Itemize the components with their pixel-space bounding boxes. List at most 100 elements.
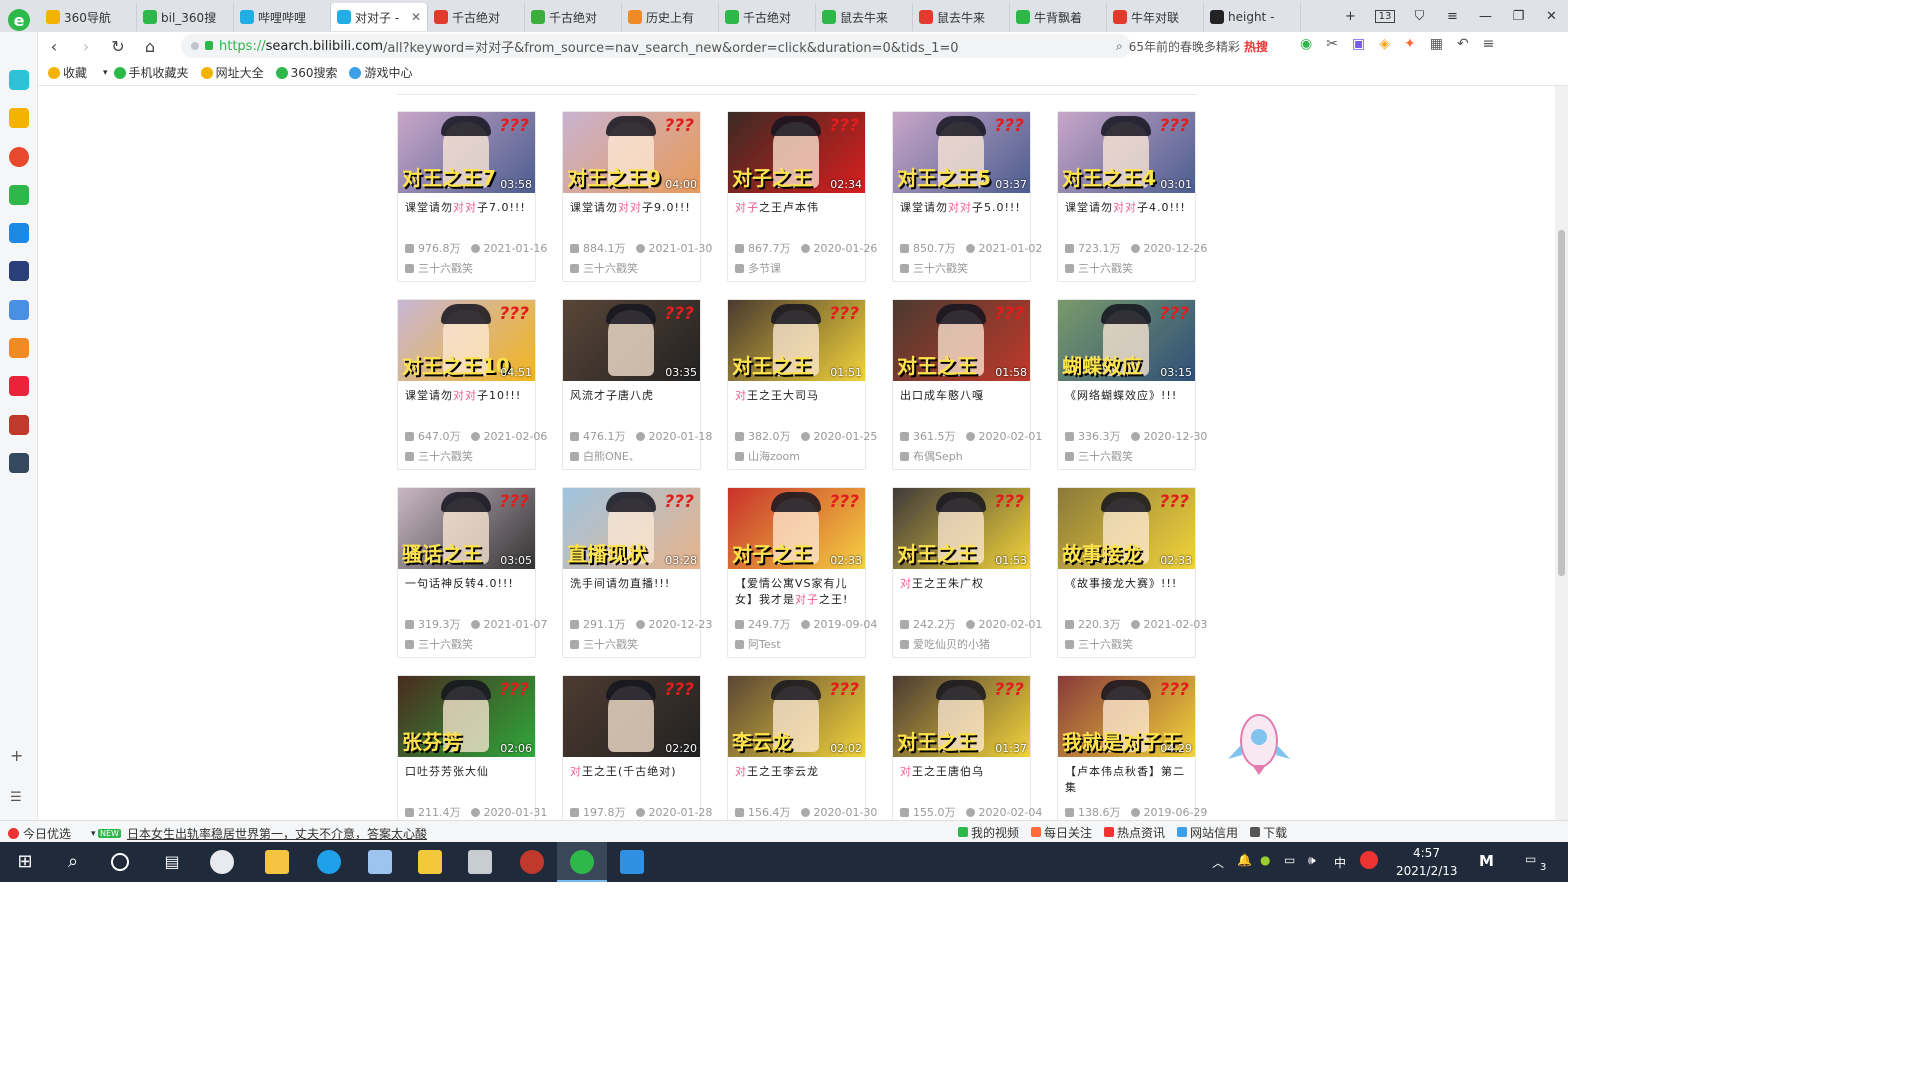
tab-5[interactable]: 千古绝对 (525, 3, 622, 31)
sidebar-shop-icon[interactable] (9, 376, 29, 396)
uploader[interactable]: 山海zoom (735, 448, 800, 464)
sidebar-weibo-icon[interactable] (9, 147, 29, 167)
video-title[interactable]: 课堂请勿对对子9.0!!! (570, 200, 696, 234)
vscode-icon[interactable] (620, 850, 644, 874)
uploader[interactable]: 爱吃仙贝的小猪 (900, 636, 990, 652)
app-icon-4[interactable] (520, 850, 544, 874)
video-title[interactable]: 对王之王(千古绝对) (570, 764, 696, 798)
video-thumbnail[interactable]: ??? 03:35 (563, 300, 700, 381)
tab-0[interactable]: 360导航 (40, 3, 137, 31)
tab-8[interactable]: 鼠去牛来 (816, 3, 913, 31)
notification-bell-icon[interactable]: 🔔 (1237, 853, 1252, 867)
news-headline[interactable]: 日本女生出轨率稳居世界第一，丈夫不介意，答案太心酸 (127, 825, 427, 842)
video-thumbnail[interactable]: ??? 张芬芳 02:06 (398, 676, 535, 757)
video-card[interactable]: ??? 直播现状 03:28 洗手间请勿直播!!! 291.1万 2020-12-23 三十… (562, 487, 712, 658)
video-card[interactable]: ??? 对王之王9 04:00 课堂请勿对对子9.0!!! 884.1万 2021-01-… (562, 111, 712, 282)
ime-indicator[interactable]: 中 (1334, 854, 1346, 871)
tab-9[interactable]: 鼠去牛来 (913, 3, 1010, 31)
sidebar-novel-icon[interactable] (9, 338, 29, 358)
windows-start-icon[interactable]: ⊞ (13, 850, 37, 874)
uploader[interactable]: 三十六戳笑 (900, 260, 968, 276)
tray-360-icon[interactable]: ● (1260, 853, 1270, 867)
scissors-icon[interactable]: ✂ (1326, 36, 1338, 52)
url-field[interactable]: https:// search.bilibili.com /all?keywor… (181, 34, 1131, 58)
reload-icon[interactable]: ↻ (102, 37, 134, 56)
translate-icon[interactable]: ▣ (1352, 36, 1365, 52)
forward-icon[interactable]: › (70, 37, 102, 56)
tab-10[interactable]: 牛背飘着 (1010, 3, 1107, 31)
edge-icon[interactable] (317, 850, 341, 874)
video-title[interactable]: 出口成车憨八嘎 (900, 388, 1026, 422)
scrollbar-thumb[interactable] (1558, 230, 1565, 576)
video-card[interactable]: ??? 对王之王 01:51 对王之王大司马 382.0万 2020-01-25 山海zoo… (727, 299, 877, 470)
video-title[interactable]: 课堂请勿对对子4.0!!! (1065, 200, 1191, 234)
favorite-item[interactable]: 360搜索 (275, 64, 337, 81)
favorite-item[interactable]: 收藏 (48, 64, 87, 81)
tab-12[interactable]: height - (1204, 3, 1301, 31)
undo-icon[interactable]: ↶ (1457, 36, 1469, 52)
minimize-icon[interactable]: — (1469, 9, 1502, 24)
video-thumbnail[interactable]: ??? 对子之王 02:33 (728, 488, 865, 569)
sidebar-add-icon[interactable]: + (10, 746, 23, 765)
video-card[interactable]: ??? 对王之王 01:37 对王之王唐伯乌 155.0万 2020-02-04 (892, 675, 1042, 820)
video-thumbnail[interactable]: ??? 对王之王 01:53 (893, 488, 1030, 569)
battery-icon[interactable]: ▭ (1284, 853, 1295, 867)
video-title[interactable]: 课堂请勿对对子5.0!!! (900, 200, 1026, 234)
tab-2[interactable]: 哔哩哔哩 (234, 3, 331, 31)
video-thumbnail[interactable]: ??? 我就是对子王 04:29 (1058, 676, 1195, 757)
video-card[interactable]: ??? 对王之王10 04:51 课堂请勿对对子10!!! 647.0万 2021-02-… (397, 299, 547, 470)
video-card[interactable]: ??? 李云龙 02:02 对王之王李云龙 156.4万 2020-01-30 (727, 675, 877, 820)
tray-chevron-icon[interactable]: ︿ (1212, 854, 1224, 871)
tab-close-icon[interactable]: ✕ (411, 10, 421, 24)
notepad-icon[interactable] (368, 850, 392, 874)
video-title[interactable]: 《故事接龙大赛》!!! (1065, 576, 1191, 610)
back-icon[interactable]: ‹ (38, 37, 70, 56)
page-scrollbar[interactable] (1555, 86, 1568, 820)
video-card[interactable]: ??? 对王之王 01:58 出口成车憨八嘎 361.5万 2020-02-01 布偶Sep… (892, 299, 1042, 470)
video-thumbnail[interactable]: ??? 对王之王 01:37 (893, 676, 1030, 757)
tab-3[interactable]: 对对子 - ✕ (331, 3, 428, 31)
uploader[interactable]: 三十六戳笑 (1065, 260, 1133, 276)
action-center-icon[interactable]: ▭ (1525, 852, 1536, 866)
favorite-item[interactable]: 网址大全 (200, 64, 264, 81)
uploader[interactable]: 三十六戳笑 (405, 636, 473, 652)
video-title[interactable]: 对王之王大司马 (735, 388, 861, 422)
video-card[interactable]: ??? 对王之王7 03:58 课堂请勿对对子7.0!!! 976.8万 2021-01-… (397, 111, 547, 282)
tab-count-badge[interactable]: 13 (1375, 9, 1395, 23)
restore-icon[interactable]: ❐ (1502, 9, 1535, 24)
clock-time[interactable]: 4:57 (1413, 846, 1440, 860)
clock-date[interactable]: 2021/2/13 (1396, 864, 1458, 878)
sidebar-list-icon[interactable]: ☰ (10, 790, 22, 805)
tab-11[interactable]: 牛年对联 (1107, 3, 1204, 31)
favorite-item[interactable]: 游戏中心 (349, 64, 413, 81)
grid-icon[interactable]: ▦ (1430, 36, 1443, 52)
video-card[interactable]: ??? 骚话之王 03:05 一句话神反转4.0!!! 319.3万 2021-01-07… (397, 487, 547, 658)
site-info-icon[interactable] (191, 42, 199, 50)
video-title[interactable]: 对王之王唐伯乌 (900, 764, 1026, 798)
tab-7[interactable]: 千古绝对 (719, 3, 816, 31)
video-thumbnail[interactable]: ??? 对王之王7 03:58 (398, 112, 535, 193)
video-title[interactable]: 洗手间请勿直播!!! (570, 576, 696, 610)
video-thumbnail[interactable]: ??? 对王之王 01:51 (728, 300, 865, 381)
more-menu-icon[interactable]: ≡ (1483, 36, 1495, 52)
sidebar-mail-icon[interactable] (9, 185, 29, 205)
uploader[interactable]: 三十六戳笑 (405, 448, 473, 464)
uploader[interactable]: 三十六戳笑 (1065, 636, 1133, 652)
video-title[interactable]: 一句话神反转4.0!!! (405, 576, 531, 610)
tab-1[interactable]: bil_360搜 (137, 3, 234, 31)
video-title[interactable]: 【卢本伟点秋香】第二集 (1065, 764, 1191, 798)
chevron-down-icon[interactable]: ▾ (103, 68, 108, 78)
home-icon[interactable]: ⌂ (134, 37, 166, 56)
video-title[interactable]: 课堂请勿对对子10!!! (405, 388, 531, 422)
hot-search-box[interactable]: ⌕ 65年前的春晚多精彩 热搜 (1116, 35, 1296, 57)
uploader[interactable]: 布偶Seph (900, 448, 963, 464)
shield-icon[interactable]: ◈ (1379, 36, 1390, 52)
file-explorer-icon[interactable] (265, 850, 289, 874)
video-thumbnail[interactable]: ??? 对王之王5 03:37 (893, 112, 1030, 193)
video-card[interactable]: ??? 对王之王4 03:01 课堂请勿对对子4.0!!! 723.1万 2020-12-… (1057, 111, 1207, 282)
app-icon-2[interactable] (418, 850, 442, 874)
video-card[interactable]: ??? 故事接龙 02:33 《故事接龙大赛》!!! 220.3万 2021-02-03 三… (1057, 487, 1207, 658)
video-title[interactable]: 口吐芬芳张大仙 (405, 764, 531, 798)
uploader[interactable]: 阿Test (735, 636, 781, 652)
back-to-top-button[interactable] (1222, 705, 1296, 775)
